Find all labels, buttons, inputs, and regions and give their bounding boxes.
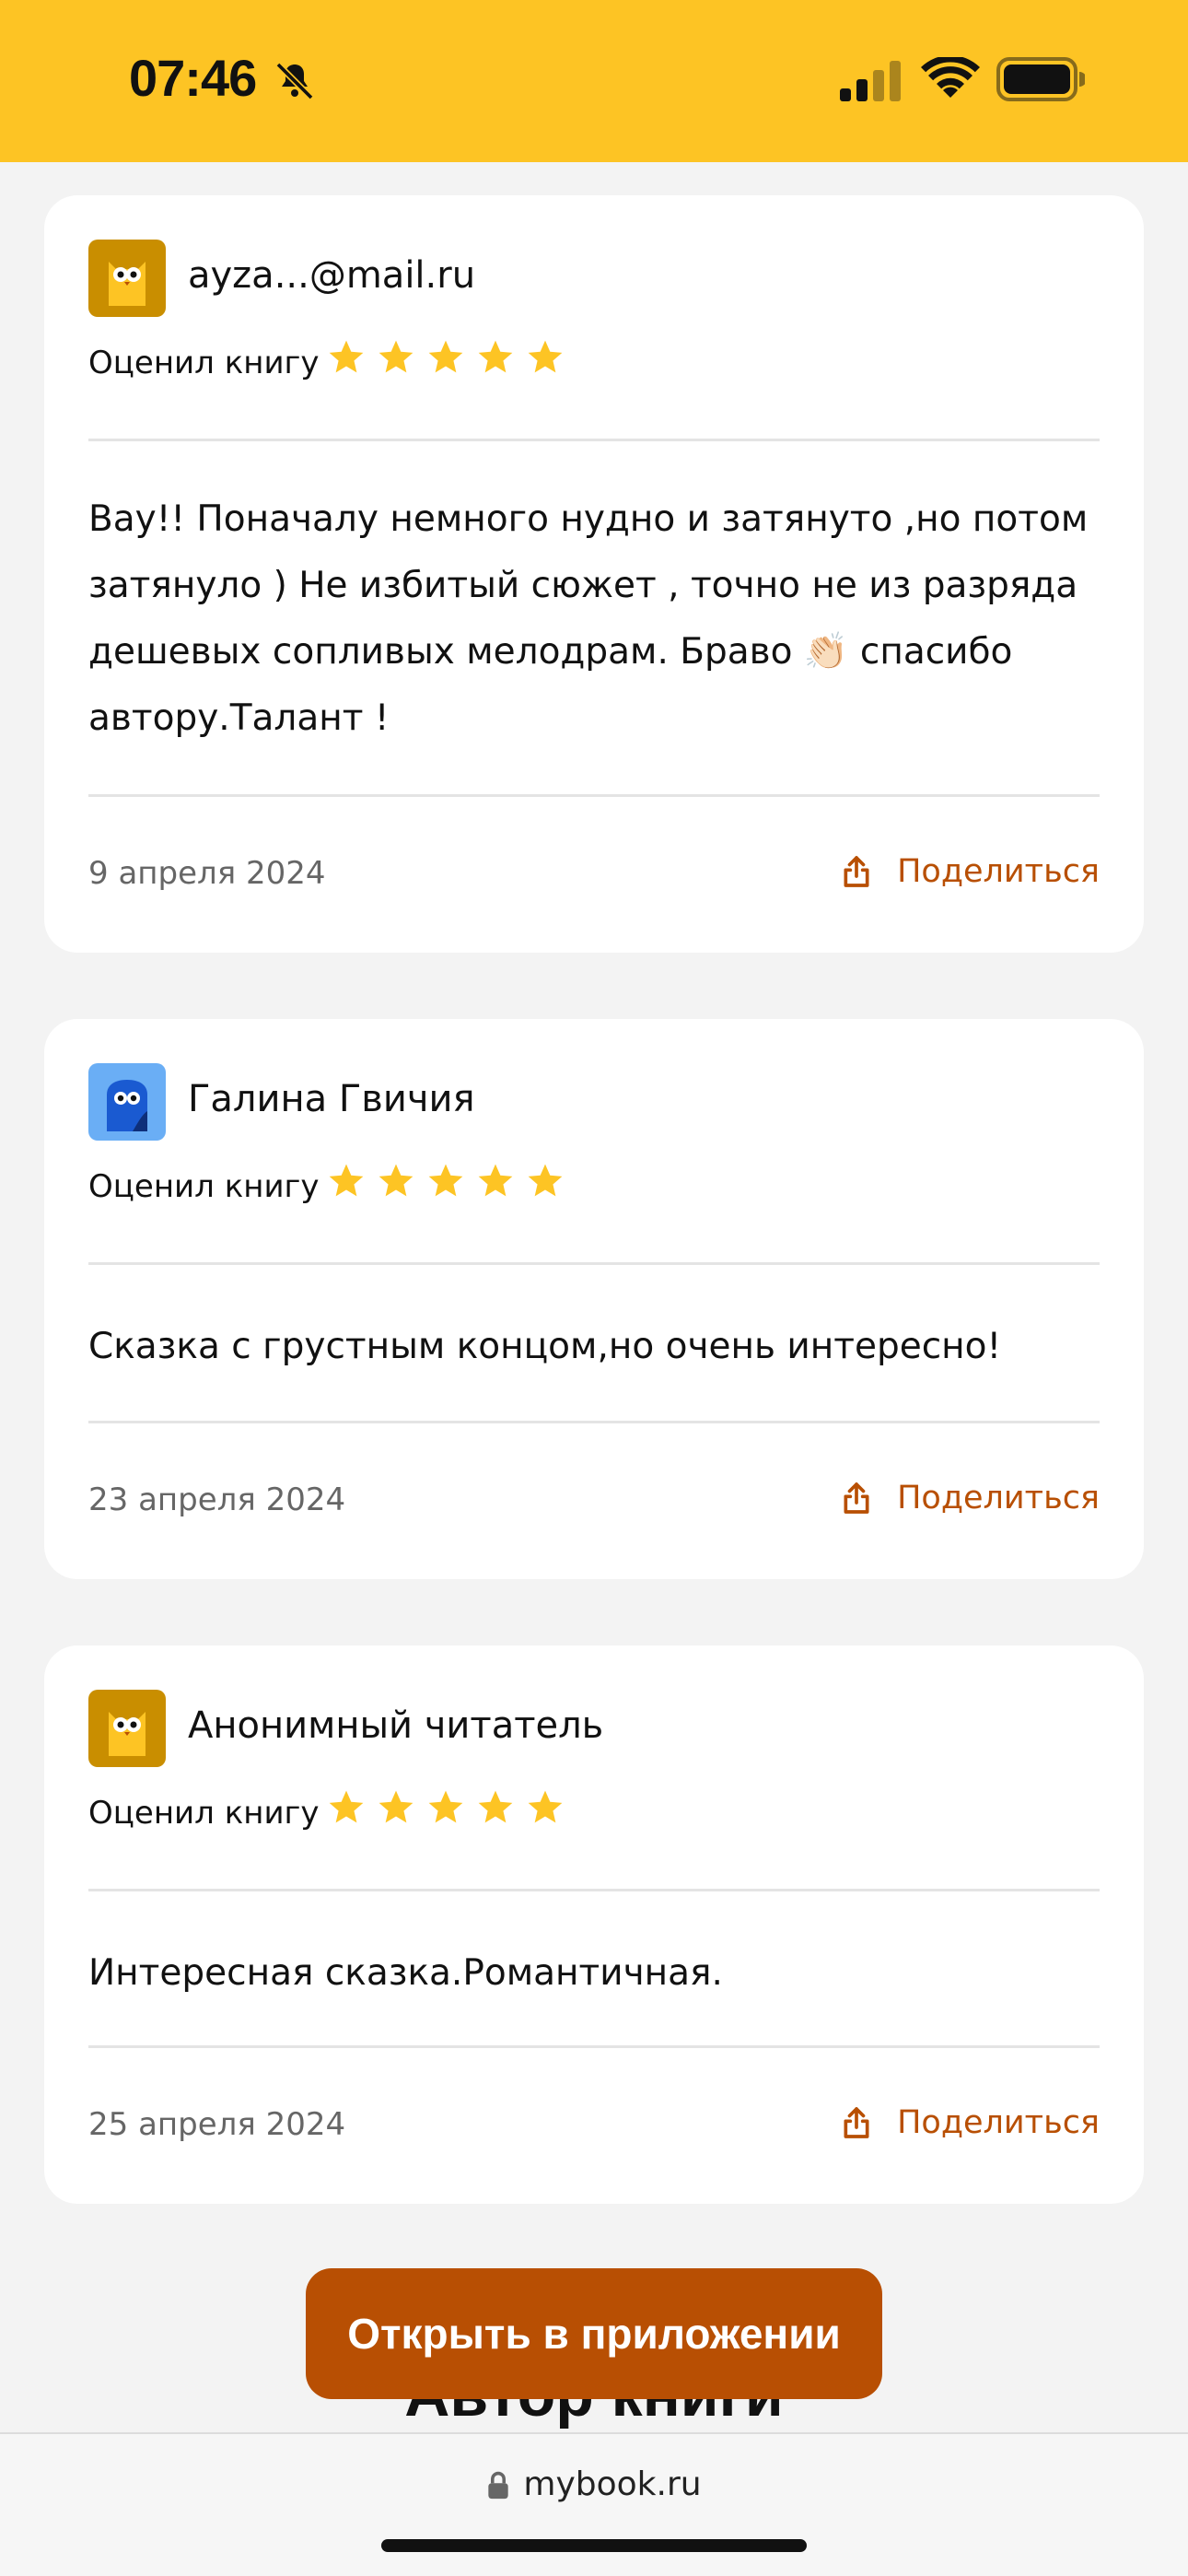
reviewer-name[interactable]: Галина Гвичия xyxy=(188,1078,475,1120)
url-text: mybook.ru xyxy=(523,2465,702,2503)
owl-blue-icon xyxy=(88,1063,166,1141)
review-card: Анонимный читатель Оценил книгу Интересн… xyxy=(44,1645,1144,2204)
review-text: Сказка с грустным концом,но очень интере… xyxy=(88,1326,1002,1367)
wifi-icon xyxy=(921,57,980,98)
star-icon xyxy=(528,340,563,373)
share-label: Поделиться xyxy=(897,1480,1100,1516)
status-bar: 07:46 xyxy=(0,0,1188,162)
star-icon xyxy=(478,1790,513,1823)
divider xyxy=(88,1262,1100,1265)
star-icon xyxy=(528,1790,563,1823)
rated-label: Оценил книгу xyxy=(88,345,320,381)
share-button[interactable]: Поделиться xyxy=(838,1480,1100,1516)
battery-full-icon xyxy=(996,57,1085,101)
share-label: Поделиться xyxy=(897,853,1100,890)
bell-slash-icon xyxy=(275,62,314,100)
reviewer-name[interactable]: Анонимный читатель xyxy=(188,1704,603,1747)
star-icon xyxy=(428,340,463,373)
star-rating xyxy=(326,1787,565,1828)
share-icon xyxy=(844,1482,869,1514)
review-date: 23 апреля 2024 xyxy=(88,1481,346,1518)
rated-label: Оценил книгу xyxy=(88,1168,320,1205)
lock-icon xyxy=(488,2471,509,2499)
share-button[interactable]: Поделиться xyxy=(838,2104,1100,2141)
url-display[interactable]: mybook.ru xyxy=(0,2465,1188,2503)
review-text: Интересная сказка.Романтичная. xyxy=(88,1952,723,1994)
review-card: Галина Гвичия Оценил книгу Сказка с грус… xyxy=(44,1019,1144,1579)
share-icon xyxy=(844,856,869,887)
review-text: Вау!! Поначалу немного нудно и затянуто … xyxy=(88,498,1089,739)
share-label: Поделиться xyxy=(897,2104,1100,2141)
divider xyxy=(88,1421,1100,1423)
review-date: 9 апреля 2024 xyxy=(88,855,326,892)
reviewer-name[interactable]: ayza...@mail.ru xyxy=(188,254,475,297)
owl-yellow-icon xyxy=(88,1690,166,1767)
star-icon xyxy=(428,1164,463,1197)
star-icon xyxy=(329,340,364,373)
star-icon xyxy=(428,1790,463,1823)
divider xyxy=(88,1889,1100,1891)
star-icon xyxy=(528,1164,563,1197)
review-date: 25 апреля 2024 xyxy=(88,2106,346,2143)
star-icon xyxy=(329,1790,364,1823)
divider xyxy=(88,2045,1100,2048)
star-rating xyxy=(326,1161,565,1201)
share-icon xyxy=(844,2107,869,2138)
open-in-app-button[interactable]: Открыть в приложении xyxy=(306,2268,882,2399)
star-icon xyxy=(379,340,413,373)
review-card: ayza...@mail.ru Оценил книгу Вау!! Понач… xyxy=(44,195,1144,953)
star-icon xyxy=(379,1790,413,1823)
rated-label: Оценил книгу xyxy=(88,1795,320,1832)
divider xyxy=(88,439,1100,441)
divider xyxy=(88,794,1100,797)
status-time: 07:46 xyxy=(129,49,257,107)
share-button[interactable]: Поделиться xyxy=(838,853,1100,890)
star-icon xyxy=(478,340,513,373)
home-indicator[interactable] xyxy=(381,2539,807,2552)
cellular-signal-icon xyxy=(840,61,901,101)
star-icon xyxy=(329,1164,364,1197)
star-icon xyxy=(478,1164,513,1197)
browser-url-bar[interactable]: mybook.ru xyxy=(0,2432,1188,2576)
star-rating xyxy=(326,337,565,378)
owl-yellow-icon xyxy=(88,240,166,317)
star-icon xyxy=(379,1164,413,1197)
